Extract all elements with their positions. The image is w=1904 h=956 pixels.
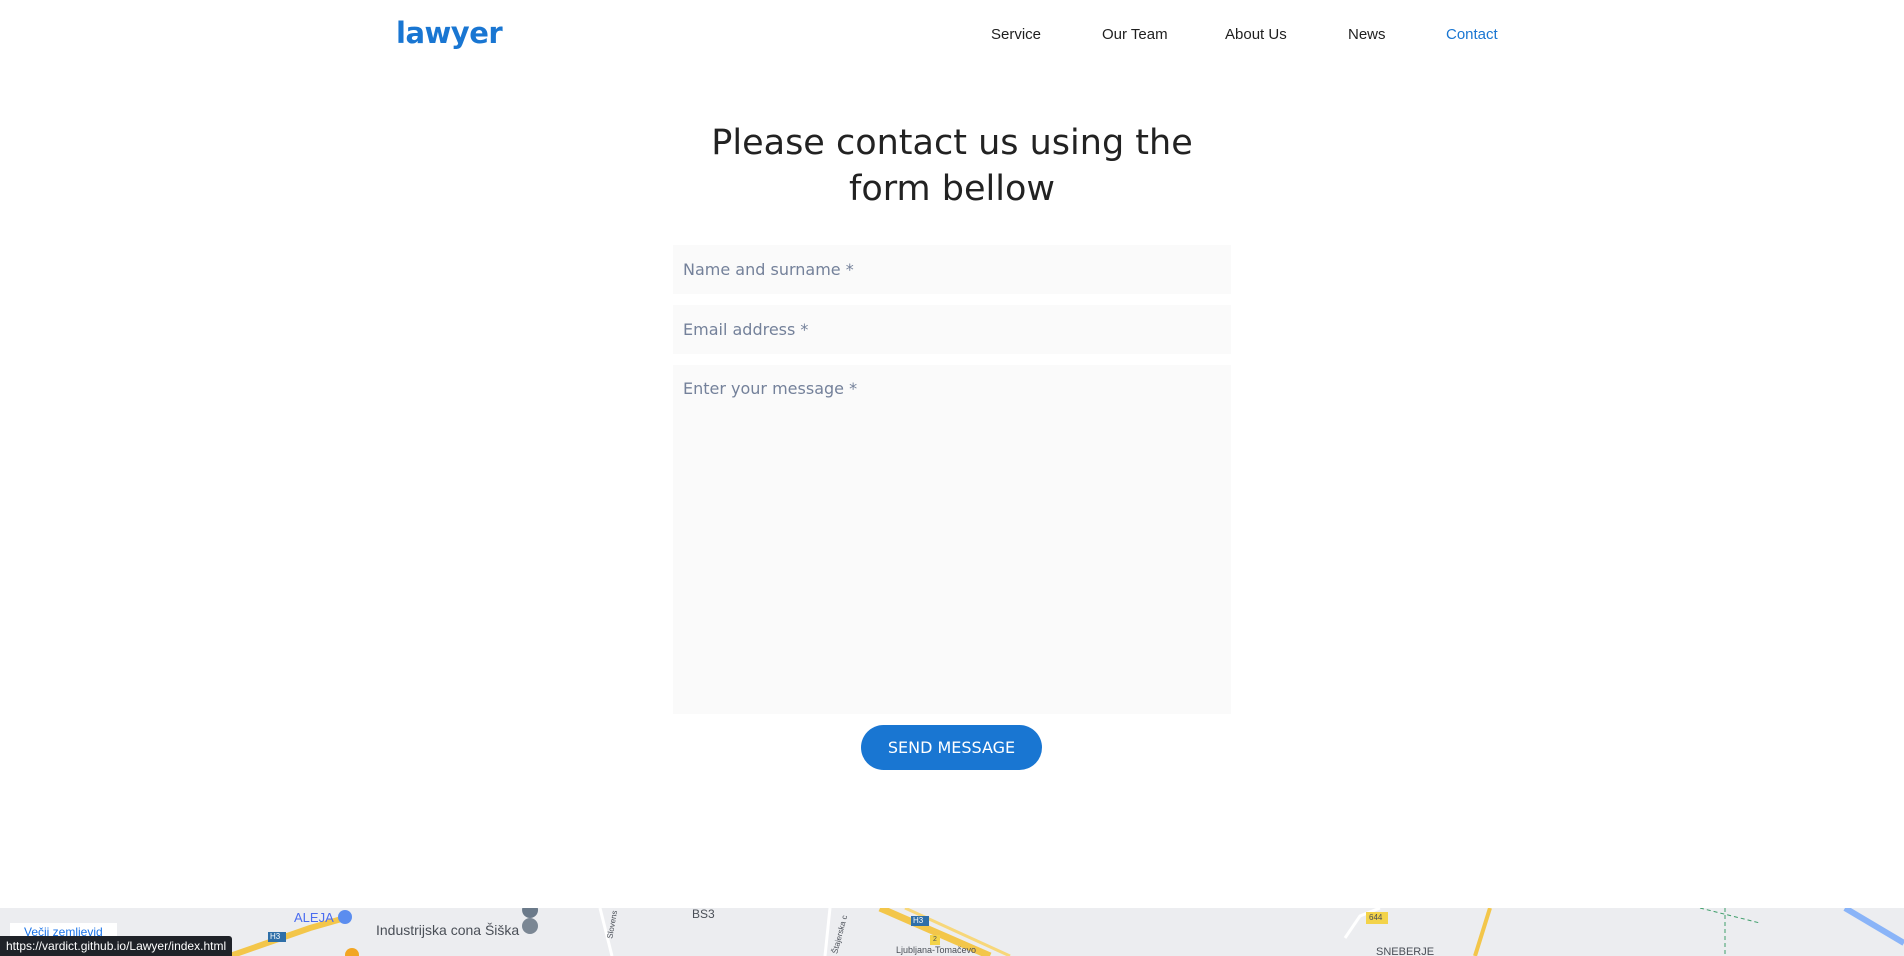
page-title: Please contact us using the form bellow bbox=[652, 120, 1252, 212]
embedded-map[interactable]: ALEJA Industrijska cona Šiška BS3 Ljublj… bbox=[0, 908, 1904, 956]
site-header: lawyer Service Our Team About Us News Co… bbox=[0, 0, 1904, 72]
nav-contact[interactable]: Contact bbox=[1446, 26, 1498, 43]
nav-news[interactable]: News bbox=[1348, 26, 1386, 43]
map-label-aleja: ALEJA bbox=[294, 910, 334, 925]
name-field[interactable] bbox=[673, 245, 1231, 294]
map-label-bs3: BS3 bbox=[692, 908, 715, 921]
email-field[interactable] bbox=[673, 305, 1231, 354]
map-label-sneberje: SNEBERJE bbox=[1376, 946, 1435, 956]
larger-map-link[interactable]: Večji zemljevid bbox=[10, 923, 117, 937]
map-label-644: 644 bbox=[1369, 913, 1383, 922]
map-label-2: 2 bbox=[933, 936, 937, 943]
send-message-button[interactable]: SEND MESSAGE bbox=[861, 725, 1042, 770]
page-title-line-1: Please contact us using the bbox=[711, 123, 1193, 163]
nav-our-team[interactable]: Our Team bbox=[1102, 26, 1168, 43]
map-label-industrijska-cona: Industrijska cona Šiška bbox=[376, 922, 520, 938]
status-bar-url: https://vardict.github.io/Lawyer/index.h… bbox=[0, 936, 233, 956]
map-label-tomacevo: Ljubljana-Tomačevo bbox=[896, 945, 977, 955]
page-title-line-2: form bellow bbox=[849, 169, 1055, 209]
map-label-h3-b: H3 bbox=[913, 916, 924, 925]
map-label-h3-a: H3 bbox=[270, 932, 281, 941]
message-field[interactable] bbox=[673, 365, 1231, 714]
nav-service[interactable]: Service bbox=[991, 26, 1041, 43]
nav-about-us[interactable]: About Us bbox=[1225, 26, 1287, 43]
logo-link[interactable]: lawyer bbox=[396, 16, 503, 50]
